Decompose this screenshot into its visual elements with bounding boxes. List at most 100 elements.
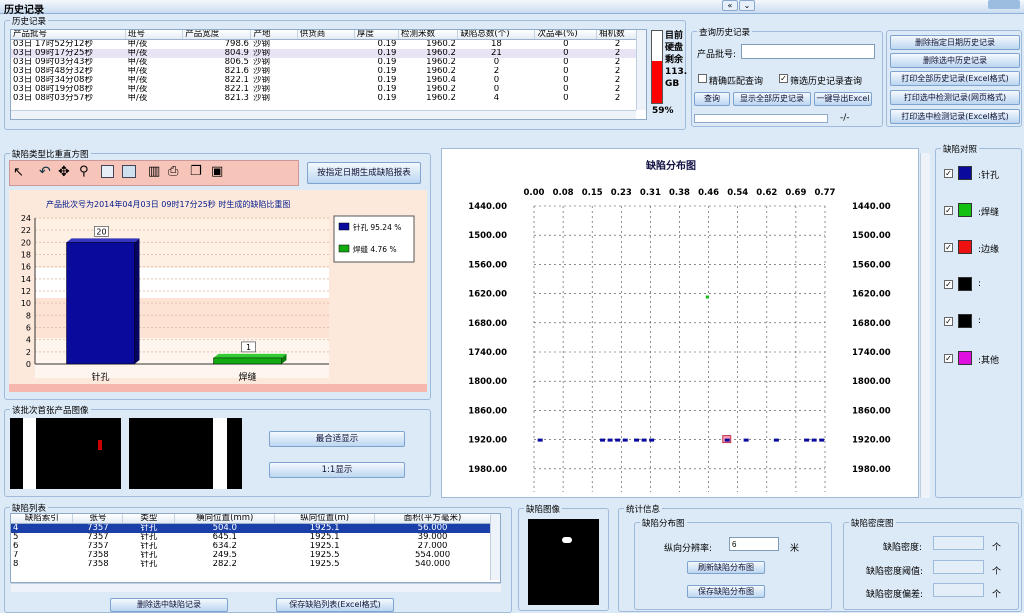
print-selected-web-button[interactable]: 打印选中检测记录(网页格式) bbox=[890, 90, 1020, 105]
dist-xtick: 0.00 bbox=[524, 188, 545, 198]
delete-selected-defect-button[interactable]: 删除选中缺陷记录 bbox=[110, 598, 228, 612]
dist-ytick-left: 1920.00 bbox=[468, 436, 507, 446]
defect-table[interactable]: 缺陷索引 张号 类型 横向位置(mm) 纵向位置(m) 面积(平方毫米) 4 7357 针孔 5… bbox=[10, 513, 501, 583]
print-icon[interactable]: ⎙ bbox=[168, 164, 178, 179]
delete-date-history-button[interactable]: 删除指定日期历史记录 bbox=[890, 35, 1020, 50]
distribution-chart-title: 缺陷分布图 bbox=[646, 161, 696, 172]
refresh-distribution-button[interactable]: 刷新缺陷分布图 bbox=[687, 561, 765, 574]
defect-col-header[interactable]: 张号 bbox=[72, 514, 124, 524]
history-row[interactable]: 03日 09时17分25秒 甲/夜 804.9 沙钢 0.19 1960.2 21 0 2 bbox=[11, 49, 639, 58]
chart-type-icon[interactable] bbox=[122, 165, 136, 178]
defect-vscroll[interactable] bbox=[490, 514, 500, 580]
history-col-header[interactable]: 班号 bbox=[125, 30, 184, 40]
defect-cell: 针孔 bbox=[140, 551, 158, 560]
dist-xtick: 0.69 bbox=[785, 188, 806, 198]
history-row[interactable]: 03日 09时03分43秒 甲/夜 806.5 沙钢 0.19 1960.2 0 0 2 bbox=[11, 58, 639, 67]
move-icon[interactable]: ✥ bbox=[58, 164, 70, 180]
history-col-header[interactable]: 产品宽度 bbox=[182, 30, 252, 40]
filter-history-checkbox[interactable]: ✓ bbox=[779, 74, 788, 83]
show-all-records-button[interactable]: 显示全部历史记录 bbox=[733, 92, 811, 106]
history-row[interactable]: 03日 08时03分57秒 甲/夜 821.3 沙钢 0.19 1960.2 4 0 2 bbox=[11, 94, 639, 103]
defect-row[interactable]: 5 7357 针孔 645.1 1925.1 39.000 bbox=[11, 533, 491, 542]
distribution-vscroll[interactable] bbox=[920, 153, 930, 498]
history-cell bbox=[297, 40, 354, 50]
legend-checkbox[interactable]: ✓ bbox=[944, 317, 953, 326]
pointer-icon[interactable]: ↖ bbox=[13, 165, 24, 180]
defect-row[interactable]: 8 7358 针孔 282.2 1925.5 540.000 bbox=[11, 560, 491, 569]
generate-report-button[interactable]: 按指定日期生成缺陷报表 bbox=[307, 162, 421, 184]
defect-col-header[interactable]: 横向位置(mm) bbox=[174, 514, 276, 524]
defect-cell: 1925.5 bbox=[309, 560, 340, 569]
history-row[interactable]: 03日 08时48分32秒 甲/夜 821.6 沙钢 0.19 1960.2 2 0 2 bbox=[11, 67, 639, 76]
legend-checkbox[interactable]: ✓ bbox=[944, 243, 953, 252]
history-hscroll[interactable] bbox=[11, 110, 636, 119]
filter-history-label: 筛选历史记录查询 bbox=[790, 77, 863, 87]
print-all-excel-button[interactable]: 打印全部历史记录(Excel格式) bbox=[890, 71, 1020, 86]
resolution-unit: 米 bbox=[790, 544, 800, 554]
history-col-header[interactable]: 供货商 bbox=[297, 30, 355, 40]
exact-match-checkbox[interactable] bbox=[698, 74, 707, 83]
print-selected-excel-button[interactable]: 打印选中检测记录(Excel格式) bbox=[890, 109, 1020, 124]
defect-row[interactable]: 7 7358 针孔 249.5 1925.5 554.000 bbox=[11, 551, 491, 560]
one-to-one-button[interactable]: 1:1显示 bbox=[269, 462, 405, 478]
save-defect-list-button[interactable]: 保存缺陷列表(Excel格式) bbox=[276, 598, 394, 612]
save-icon[interactable]: ▣ bbox=[211, 164, 223, 179]
query-button[interactable]: 查询 bbox=[694, 92, 730, 106]
rotate-icon[interactable]: ↶ bbox=[39, 164, 51, 180]
bar-top bbox=[213, 353, 287, 358]
save-distribution-button[interactable]: 保存缺陷分布图 bbox=[687, 585, 765, 598]
history-cell: 1960.4 bbox=[426, 76, 456, 85]
dist-ytick-right: 1740.00 bbox=[852, 348, 891, 358]
history-col-header[interactable]: 检测米数 bbox=[398, 30, 459, 40]
history-row[interactable]: 03日 08时34分08秒 甲/夜 822.1 沙钢 0.19 1960.4 0 0 2 bbox=[11, 76, 639, 85]
defect-hscroll[interactable] bbox=[11, 583, 501, 592]
collapse-button[interactable]: « bbox=[722, 0, 738, 11]
defect-row[interactable]: 4 7357 针孔 504.0 1925.1 56.000 bbox=[11, 523, 491, 533]
defect-cell: 645.1 bbox=[212, 533, 237, 542]
disk-percent: 59% bbox=[652, 106, 674, 116]
dist-point bbox=[634, 438, 640, 442]
resolution-input[interactable] bbox=[729, 537, 779, 551]
history-cell: 822.1 bbox=[224, 85, 249, 94]
history-cell: 0 bbox=[563, 58, 569, 67]
defect-cell: 4 bbox=[13, 523, 19, 533]
export-excel-button[interactable]: 一键导出Excel bbox=[814, 92, 872, 106]
legend-checkbox[interactable]: ✓ bbox=[944, 280, 953, 289]
properties-icon[interactable]: ▥ bbox=[148, 164, 160, 179]
history-col-header[interactable]: 次品率(%) bbox=[534, 30, 598, 40]
legend-checkbox[interactable]: ✓ bbox=[944, 206, 953, 215]
zoom-icon[interactable]: ⚲ bbox=[79, 164, 89, 179]
dist-ytick-left: 1860.00 bbox=[468, 406, 507, 416]
history-col-header[interactable]: 相机数 bbox=[596, 30, 639, 40]
defect-col-header[interactable]: 面积(平方毫米) bbox=[374, 514, 491, 524]
defect-row[interactable]: 6 7357 针孔 634.2 1925.1 27.000 bbox=[11, 542, 491, 551]
history-row[interactable]: 03日 08时19分08秒 甲/夜 822.1 沙钢 0.19 1960.2 0 0 2 bbox=[11, 85, 639, 94]
batch-number-input[interactable] bbox=[741, 44, 875, 59]
history-cell: 821.3 bbox=[224, 94, 249, 103]
history-cell bbox=[297, 58, 354, 67]
history-col-header[interactable]: 缺陷总数(个) bbox=[457, 30, 536, 40]
history-cell: 03日 17时52分12秒 bbox=[13, 39, 93, 49]
copy-icon[interactable]: ❐ bbox=[190, 164, 202, 179]
history-cell: 822.1 bbox=[224, 76, 249, 85]
legend-label: :其他 bbox=[978, 356, 1000, 366]
defect-cell: 针孔 bbox=[140, 533, 158, 542]
history-row[interactable]: 03日 17时52分12秒 甲/夜 798.6 沙钢 0.19 1960.2 18 0 2 bbox=[11, 40, 639, 50]
legend-checkbox[interactable]: ✓ bbox=[944, 169, 953, 178]
history-col-header[interactable]: 产品批号 bbox=[11, 30, 126, 40]
defect-col-header[interactable]: 缺陷索引 bbox=[11, 514, 74, 524]
history-col-header[interactable]: 厚度 bbox=[354, 30, 399, 40]
zoom-box-icon[interactable] bbox=[101, 165, 114, 178]
window-controls[interactable] bbox=[988, 0, 1020, 9]
history-table[interactable]: 产品批号 班号 产品宽度 产地 供货商 厚度 检测米数 缺陷总数(个) 次品率(%) 相机数 03… bbox=[10, 29, 647, 120]
delete-selected-history-button[interactable]: 删除选中历史记录 bbox=[890, 53, 1020, 68]
dist-point bbox=[773, 438, 779, 442]
defect-col-header[interactable]: 纵向位置(m) bbox=[274, 514, 376, 524]
history-vscroll[interactable] bbox=[636, 30, 646, 110]
best-fit-button[interactable]: 最合适显示 bbox=[269, 431, 405, 447]
defect-col-header[interactable]: 类型 bbox=[122, 514, 176, 524]
chevron-down-icon[interactable]: ⌄ bbox=[739, 0, 755, 11]
legend-checkbox[interactable]: ✓ bbox=[944, 354, 953, 363]
defect-cell: 5 bbox=[13, 533, 19, 542]
history-col-header[interactable]: 产地 bbox=[250, 30, 298, 40]
